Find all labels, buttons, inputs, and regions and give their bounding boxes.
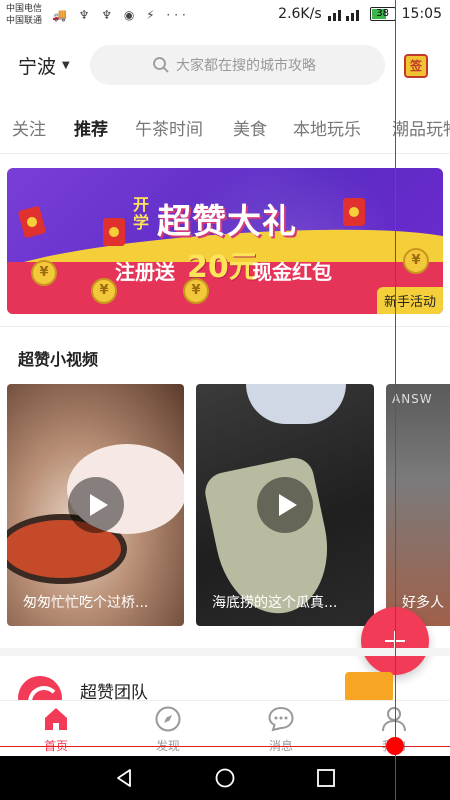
video-card[interactable]: 匆匆忙忙吃个过桥...: [7, 384, 184, 626]
banner-kaixue: 开学: [133, 195, 150, 232]
section-divider: [0, 648, 450, 656]
battery-level: 38: [376, 8, 389, 19]
recents-icon[interactable]: [316, 768, 336, 788]
signal-icon: [327, 10, 359, 21]
promo-banner[interactable]: 开学 超赞大礼 注册送 20元 现金红包 ¥ ¥ ¥ ¥ 新手活动: [7, 168, 443, 314]
bottom-nav: 首页 发现 消息 我的: [0, 700, 450, 756]
section-divider: [0, 326, 450, 327]
status-right: 2.6K/s 38 15:05: [278, 6, 442, 22]
video-card[interactable]: 海底捞的这个瓜真...: [196, 384, 374, 626]
category-tabs: 关注 推荐 午茶时间 美食 本地玩乐 潮品玩物: [0, 103, 450, 153]
coin-icon: ¥: [91, 278, 117, 304]
notification-icons: 🚚 ♆ ♆ ◉ ⚡ ···: [52, 8, 190, 22]
search-icon: [153, 57, 169, 73]
red-envelope-icon: [103, 218, 125, 246]
carrier-2: 中国联通: [6, 16, 43, 26]
battery-icon: 38: [369, 7, 396, 21]
touch-point-indicator: [386, 737, 404, 755]
banner-title: 超赞大礼: [157, 202, 297, 242]
status-bar: 中国电信 中国联通 🚚 ♆ ♆ ◉ ⚡ ··· 2.6K/s 38 15:05: [0, 0, 450, 32]
search-bar[interactable]: 大家都在搜的城市攻略: [90, 45, 385, 85]
tab-follow[interactable]: 关注: [12, 115, 46, 140]
top-header: 宁波 ▼ 大家都在搜的城市攻略 签: [0, 40, 450, 90]
coin-icon: ¥: [403, 248, 429, 274]
tabs-divider: [0, 153, 450, 154]
red-envelope-icon: [343, 198, 365, 226]
tab-local-fun[interactable]: 本地玩乐: [293, 115, 361, 140]
coin-icon: ¥: [183, 278, 209, 304]
tab-food[interactable]: 美食: [233, 115, 267, 140]
video-thumbnail-bowl: [246, 384, 346, 424]
touch-guide-horizontal: [0, 746, 450, 747]
play-icon[interactable]: [67, 477, 124, 533]
coin-icon: ¥: [31, 260, 57, 286]
touch-guide-vertical: [395, 0, 396, 800]
tab-afternoon-tea[interactable]: 午茶时间: [135, 115, 203, 140]
system-nav-bar: [0, 756, 450, 800]
newbie-badge: 新手活动: [376, 287, 443, 314]
checkin-button[interactable]: 签: [404, 54, 428, 78]
video-caption: 海底捞的这个瓜真...: [212, 595, 338, 611]
banner-sub-suffix: 现金红包: [252, 260, 332, 284]
play-icon[interactable]: [257, 477, 313, 533]
chat-icon: [268, 706, 294, 732]
city-selector[interactable]: 宁波 ▼: [18, 52, 70, 79]
network-speed: 2.6K/s: [278, 6, 322, 22]
carrier-labels: 中国电信 中国联通: [6, 3, 42, 27]
clock: 15:05: [401, 6, 442, 22]
tab-trendy[interactable]: 潮品玩物: [392, 115, 450, 140]
compass-icon: [155, 706, 181, 732]
search-placeholder: 大家都在搜的城市攻略: [176, 58, 316, 74]
red-envelope-icon: [17, 205, 47, 239]
banner-sub-prefix: 注册送: [115, 260, 175, 284]
gift-icon[interactable]: [345, 672, 393, 702]
section-title: 超赞小视频: [18, 350, 99, 369]
caret-down-icon: ▼: [62, 60, 70, 71]
back-icon[interactable]: [114, 768, 134, 788]
carrier-1: 中国电信: [6, 4, 43, 14]
video-caption: 匆匆忙忙吃个过桥...: [23, 595, 149, 611]
city-name: 宁波: [18, 56, 57, 78]
tab-recommend[interactable]: 推荐: [74, 115, 108, 140]
user-icon: [382, 707, 406, 732]
home-icon: [45, 708, 67, 730]
video-thumbnail-sign: ANSW: [392, 392, 433, 406]
home-circle-icon[interactable]: [215, 768, 235, 788]
